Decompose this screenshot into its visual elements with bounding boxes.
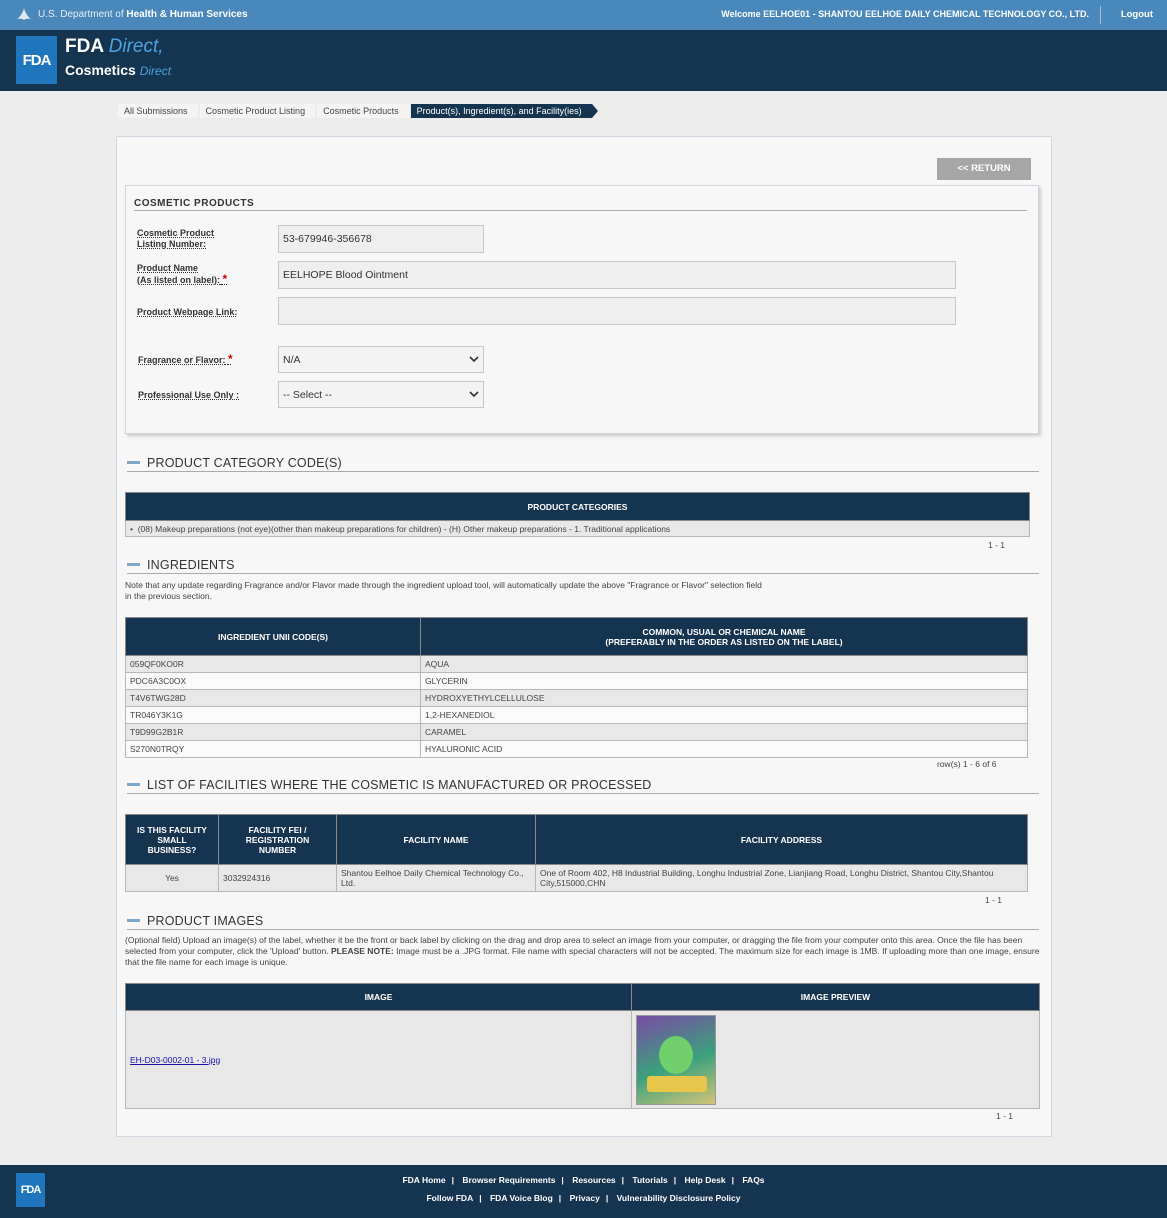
- professional-value: -- Select --: [283, 388, 333, 401]
- fda-logo[interactable]: FDA: [16, 36, 57, 84]
- product-name-field[interactable]: EELHOPE Blood Ointment: [278, 261, 956, 289]
- images-pager: 1 - 1: [996, 1111, 1014, 1121]
- facilities-section-title: LIST OF FACILITIES WHERE THE COSMETIC IS…: [147, 777, 652, 792]
- facilities-section-header[interactable]: LIST OF FACILITIES WHERE THE COSMETIC IS…: [127, 776, 1039, 794]
- col-facility-name: FACILITY NAME: [336, 814, 536, 865]
- brand-direct: Direct: [108, 36, 159, 57]
- table-row: EH-D03-0002-01 - 3.jpg: [125, 1010, 1040, 1109]
- category-row-text: (08) Makeup preparations (not eye)(other…: [137, 523, 671, 534]
- col-facility-address: FACILITY ADDRESS: [535, 814, 1028, 865]
- footer-link-help-desk[interactable]: Help Desk: [684, 1175, 725, 1185]
- webpage-field[interactable]: [278, 297, 956, 325]
- collapse-icon[interactable]: [127, 461, 140, 464]
- breadcrumb-all-submissions[interactable]: All Submissions: [118, 104, 198, 118]
- table-row: TR046Y3K1G 1,2-HEXANEDIOL: [125, 706, 1028, 724]
- breadcrumb-cosmetic-product-listing[interactable]: Cosmetic Product Listing: [199, 104, 316, 118]
- chevron-down-icon: [469, 356, 479, 363]
- table-row: 059QF0KO0R AQUA: [125, 655, 1028, 673]
- table-row: Yes 3032924316 Shantou Eelhoe Daily Chem…: [125, 864, 1028, 892]
- required-marker: *: [228, 352, 233, 366]
- ingredients-section-header[interactable]: INGREDIENTS: [127, 556, 1039, 574]
- collapse-icon[interactable]: [127, 919, 140, 922]
- images-section-title: PRODUCT IMAGES: [147, 913, 264, 928]
- breadcrumb-cosmetic-products[interactable]: Cosmetic Products: [317, 104, 409, 118]
- footer-link-privacy[interactable]: Privacy: [570, 1193, 600, 1203]
- col-image-preview: IMAGE PREVIEW: [631, 983, 1040, 1011]
- top-bar: U.S. Department of Health & Human Servic…: [0, 0, 1167, 30]
- breadcrumb: All Submissions Cosmetic Product Listing…: [118, 104, 598, 118]
- facilities-pager: 1 - 1: [985, 895, 1003, 905]
- hhs-eagle-icon: [17, 8, 31, 20]
- fragrance-label: Fragrance or Flavor: *: [138, 352, 233, 366]
- collapse-icon[interactable]: [127, 783, 140, 786]
- fragrance-value: N/A: [283, 353, 301, 366]
- col-fei: FACILITY FEI / REGISTRATION NUMBER: [218, 814, 337, 865]
- hhs-link[interactable]: U.S. Department of Health & Human Servic…: [16, 7, 248, 21]
- category-section-title: PRODUCT CATEGORY CODE(S): [147, 455, 342, 470]
- footer-link-browser-requirements[interactable]: Browser Requirements: [462, 1175, 555, 1185]
- webpage-label: Product Webpage Link:: [137, 307, 238, 317]
- category-pager: 1 - 1: [988, 540, 1006, 550]
- brand-fda: FDA: [65, 36, 109, 57]
- professional-label: Professional Use Only :: [138, 390, 240, 400]
- breadcrumb-current: Product(s), Ingredient(s), and Facility(…: [410, 104, 598, 118]
- site-footer: FDA FDA Home | Browser Requirements | Reso…: [0, 1165, 1167, 1218]
- col-image: IMAGE: [125, 983, 632, 1011]
- ingredients-pager: row(s) 1 - 6 of 6: [937, 759, 997, 769]
- section-title: COSMETIC PRODUCTS: [134, 198, 1027, 211]
- category-section-header[interactable]: PRODUCT CATEGORY CODE(S): [127, 454, 1039, 472]
- ingredients-section-title: INGREDIENTS: [147, 557, 235, 572]
- listing-number-label: Cosmetic Product Listing Number:: [137, 228, 215, 249]
- product-name-label: Product Name (As listed on label): *: [137, 263, 228, 286]
- brand-cosmetics-direct: Direct: [139, 64, 172, 78]
- table-row: T9D99G2B1R CARAMEL: [125, 723, 1028, 741]
- collapse-icon[interactable]: [127, 563, 140, 566]
- footer-links-row2: Follow FDA | FDA Voice Blog | Privacy | Vul…: [426, 1193, 741, 1203]
- chevron-down-icon: [469, 391, 479, 398]
- return-button[interactable]: << RETURN: [937, 158, 1031, 180]
- fda-direct-brand[interactable]: FDA Direct,: [65, 36, 164, 58]
- required-marker: *: [222, 272, 228, 286]
- main-panel: << RETURN COSMETIC PRODUCTS Cosmetic Pro…: [116, 136, 1052, 1137]
- welcome-text: Welcome EELHOE01 - SHANTOU EELHOE DAILY …: [721, 9, 1089, 19]
- category-header: PRODUCT CATEGORIES: [125, 492, 1030, 521]
- col-small-business: IS THIS FACILITY SMALL BUSINESS?: [125, 814, 219, 865]
- site-header: FDA FDA Direct, Cosmetics Direct: [0, 30, 1167, 91]
- brand-cosmetics: Cosmetics: [65, 62, 140, 78]
- table-row: PDC6A3C0OX GLYCERIN: [125, 672, 1028, 690]
- footer-links-row1: FDA Home | Browser Requirements | Resource…: [402, 1175, 765, 1185]
- footer-link-faqs[interactable]: FAQs: [742, 1175, 764, 1185]
- professional-select[interactable]: -- Select --: [278, 381, 484, 408]
- facilities-table: IS THIS FACILITY SMALL BUSINESS? FACILITY …: [125, 814, 1028, 892]
- listing-number-field: 53-679946-356678: [278, 225, 484, 253]
- fragrance-select[interactable]: N/A: [278, 346, 484, 373]
- divider: [1100, 6, 1101, 24]
- table-row: T4V6TWG28D HYDROXYETHYLCELLULOSE: [125, 689, 1028, 707]
- ingredients-table: INGREDIENT UNII CODE(S) COMMON, USUAL OR…: [125, 617, 1028, 758]
- images-table: IMAGE IMAGE PREVIEW EH-D03-0002-01 - 3.j…: [125, 983, 1040, 1109]
- footer-link-voice-blog[interactable]: FDA Voice Blog: [490, 1193, 553, 1203]
- product-image-preview[interactable]: [636, 1014, 716, 1105]
- table-row: • (08) Makeup preparations (not eye)(oth…: [125, 520, 1030, 537]
- footer-link-follow-fda[interactable]: Follow FDA: [426, 1193, 473, 1203]
- ingredients-note: Note that any update regarding Fragrance…: [125, 580, 762, 601]
- footer-link-fda-home[interactable]: FDA Home: [402, 1175, 445, 1185]
- images-section-header[interactable]: PRODUCT IMAGES: [127, 912, 1039, 930]
- category-table: PRODUCT CATEGORIES • (08) Makeup prepara…: [125, 492, 1030, 537]
- logout-link[interactable]: Logout: [1121, 9, 1153, 20]
- col-unii: INGREDIENT UNII CODE(S): [125, 617, 421, 656]
- cosmetics-direct-brand: Cosmetics Direct: [65, 62, 171, 78]
- agency-name: Health & Human Services: [126, 8, 248, 20]
- table-row: S270N0TRQY HYALURONIC ACID: [125, 740, 1028, 758]
- col-name: COMMON, USUAL OR CHEMICAL NAME (PREFERABL…: [420, 617, 1028, 656]
- cosmetic-products-box: COSMETIC PRODUCTS Cosmetic Product Listin…: [125, 185, 1039, 434]
- footer-link-resources[interactable]: Resources: [572, 1175, 615, 1185]
- images-note: (Optional field) Upload an image(s) of t…: [125, 935, 1040, 967]
- agency-prefix: U.S. Department of: [38, 8, 127, 20]
- footer-link-tutorials[interactable]: Tutorials: [632, 1175, 667, 1185]
- footer-link-vulnerability[interactable]: Vulnerability Disclosure Policy: [617, 1193, 741, 1203]
- image-file-link[interactable]: EH-D03-0002-01 - 3.jpg: [130, 1055, 220, 1065]
